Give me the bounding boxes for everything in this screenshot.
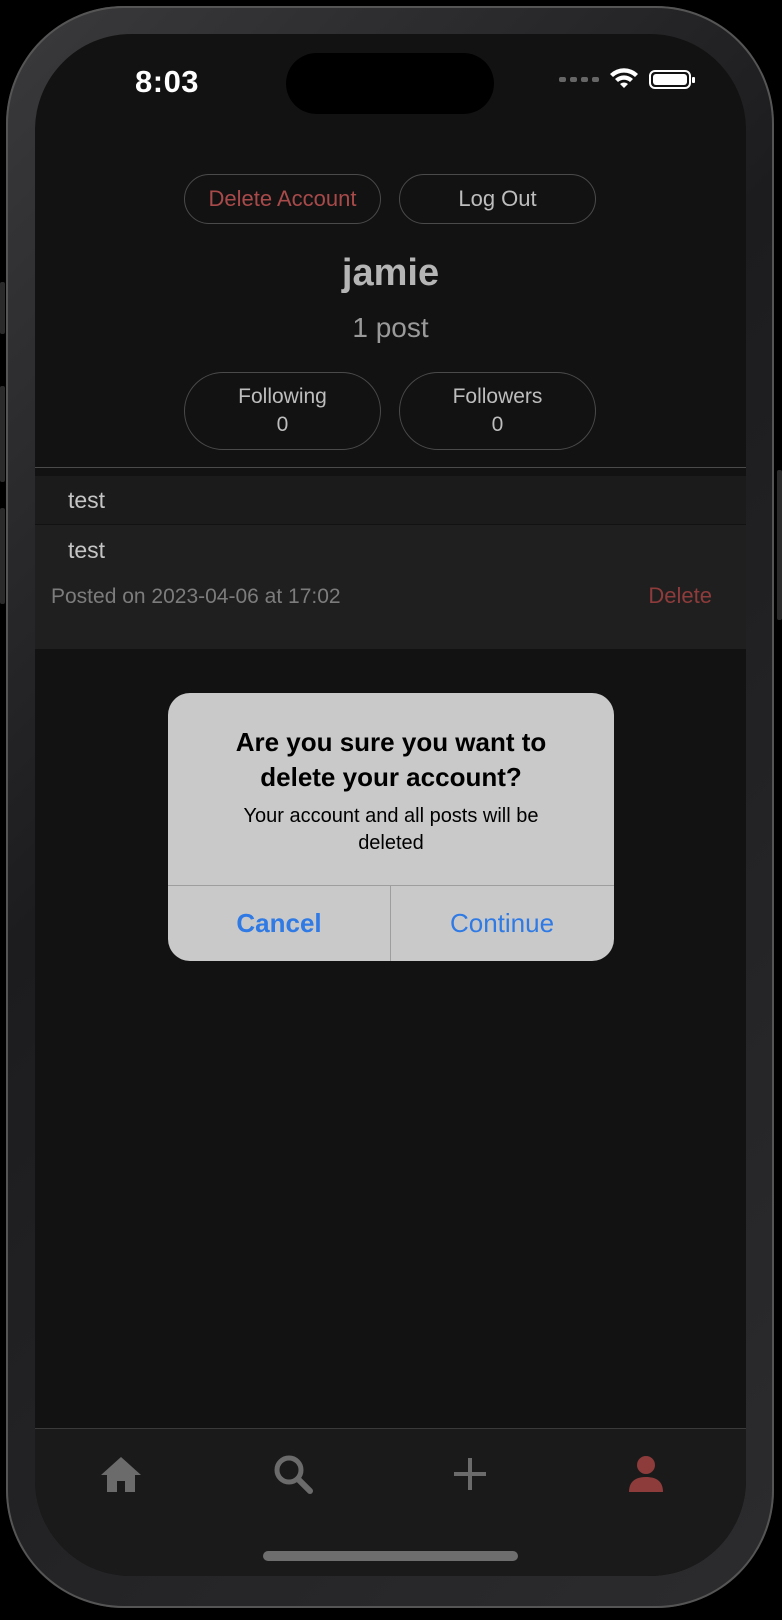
delete-post-button[interactable]: Delete xyxy=(648,583,712,609)
alert-title: Are you sure you want to delete your acc… xyxy=(235,727,547,792)
following-button[interactable]: Following 0 xyxy=(184,372,381,450)
following-count: 0 xyxy=(276,413,289,436)
delete-account-alert: Are you sure you want to delete your acc… xyxy=(168,693,614,961)
home-indicator xyxy=(263,1551,518,1561)
divider xyxy=(35,467,746,468)
post-count: 1 post xyxy=(352,312,429,343)
dynamic-island xyxy=(286,53,494,114)
action-button xyxy=(0,282,5,334)
alert-message: Your account and all posts will be delet… xyxy=(243,805,539,854)
tab-add[interactable] xyxy=(445,1449,495,1499)
plus-icon xyxy=(454,1458,486,1490)
post-timestamp: Posted on 2023-04-06 at 17:02 xyxy=(51,585,341,608)
followers-button[interactable]: Followers 0 xyxy=(399,372,596,450)
post-title-text: test xyxy=(68,486,106,513)
wifi-icon xyxy=(610,68,638,88)
volume-up-button xyxy=(0,386,5,482)
screen: 8:03 Delete Account Log Out jamie 1 post… xyxy=(35,34,746,1576)
username: jamie xyxy=(341,252,440,294)
followers-label: Followers xyxy=(452,385,543,408)
status-time: 8:03 xyxy=(135,64,200,99)
cancel-button[interactable]: Cancel xyxy=(168,886,390,961)
signal-icon xyxy=(559,76,599,82)
tab-search[interactable] xyxy=(268,1449,318,1499)
tab-home[interactable] xyxy=(96,1449,146,1499)
following-label: Following xyxy=(238,385,327,408)
power-button xyxy=(777,470,782,620)
tab-profile[interactable] xyxy=(621,1449,671,1499)
volume-down-button xyxy=(0,508,5,604)
post-body-text: test xyxy=(68,537,106,563)
log-out-button[interactable]: Log Out xyxy=(399,174,596,224)
battery-icon xyxy=(649,69,695,89)
search-icon xyxy=(274,1455,313,1494)
continue-button[interactable]: Continue xyxy=(391,886,613,961)
status-icons xyxy=(559,68,695,90)
followers-count: 0 xyxy=(491,413,504,436)
home-icon xyxy=(101,1457,141,1492)
post-card[interactable]: test Posted on 2023-04-06 at 17:02 Delet… xyxy=(35,525,746,649)
delete-account-button[interactable]: Delete Account xyxy=(184,174,381,224)
person-icon xyxy=(629,1456,663,1492)
post-title[interactable]: test xyxy=(35,476,746,524)
